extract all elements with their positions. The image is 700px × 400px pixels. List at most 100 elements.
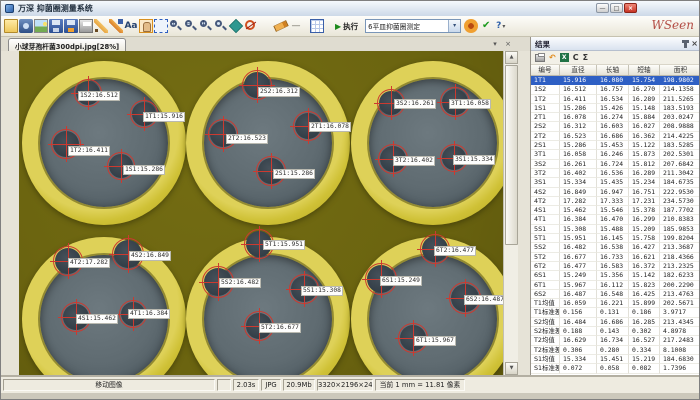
table-row[interactable]: 6T115.96716.11215.823200.2290: [531, 281, 700, 290]
column-header-1[interactable]: 编号: [531, 65, 560, 75]
pen-edit-icon[interactable]: [109, 19, 123, 33]
table-row[interactable]: 1T216.41116.53416.289211.5265: [531, 95, 700, 104]
tab-list-button[interactable]: ▾: [490, 40, 500, 48]
column-header-4[interactable]: 短轴: [629, 65, 660, 75]
cell-value: 213.3687: [660, 243, 700, 252]
clear-results-button[interactable]: C: [573, 52, 579, 63]
column-header-3[interactable]: 长轴: [597, 65, 629, 75]
table-row[interactable]: 5T115.95116.14515.758199.8204: [531, 234, 700, 243]
cell-value: 16.402: [560, 169, 597, 178]
confirm-check-icon[interactable]: ✔: [479, 19, 493, 33]
cell-id: 5S2: [531, 243, 560, 252]
table-row[interactable]: 2T216.52316.68616.362214.4225: [531, 132, 700, 141]
print-icon[interactable]: [79, 19, 93, 33]
save-as-icon[interactable]: [64, 19, 78, 33]
table-row[interactable]: T2均值16.62916.73416.527217.2483: [531, 336, 700, 345]
table-row[interactable]: S2均值16.48416.68616.285213.4345: [531, 318, 700, 327]
scroll-thumb[interactable]: [505, 65, 518, 245]
table-row[interactable]: 3T216.40216.53616.289211.3042: [531, 169, 700, 178]
table-row[interactable]: 5T216.67716.73316.621218.4366: [531, 253, 700, 262]
table-row[interactable]: S1标准差0.0720.0580.0821.7396: [531, 364, 700, 373]
main-toolbar: Aa + − 1 — ▶ 执行 6平皿抑菌圈测定 ▾ ✔ ? ▾: [1, 16, 700, 37]
table-row[interactable]: 4T116.38416.47016.299210.8383: [531, 215, 700, 224]
table-row[interactable]: 1S216.51216.75716.270214.1358: [531, 85, 700, 94]
report-print-icon[interactable]: [535, 54, 545, 62]
rect-select-icon[interactable]: [154, 19, 168, 33]
cell-id: 4T2: [531, 197, 560, 206]
chevron-down-icon[interactable]: ▾: [448, 20, 460, 32]
text-annotate-icon[interactable]: Aa: [124, 19, 138, 33]
cell-value: 16.289: [629, 169, 660, 178]
cell-value: 16.487: [560, 290, 597, 299]
execute-button[interactable]: ▶ 执行: [331, 20, 362, 33]
table-row[interactable]: 5S216.48216.53816.427213.3687: [531, 243, 700, 252]
cell-value: 0.058: [597, 364, 629, 373]
statistics-sum-button[interactable]: Σ: [583, 52, 588, 63]
zone-label-3T1: 3T1:16.058: [449, 99, 491, 109]
table-row[interactable]: 1T115.91616.08015.754198.9802: [531, 76, 700, 85]
table-row[interactable]: T1标准差0.1560.1310.1863.9717: [531, 308, 700, 317]
calibrate-ruler-icon[interactable]: [273, 20, 288, 32]
zone-label-6T1: 6T1:15.967: [414, 336, 456, 346]
cell-value: 15.823: [629, 281, 660, 290]
close-button[interactable]: ×: [624, 3, 637, 13]
undo-icon[interactable]: ↶: [549, 52, 556, 63]
table-row[interactable]: 4T217.28217.33317.231234.5730: [531, 197, 700, 206]
panel-close-button[interactable]: ×: [691, 39, 698, 48]
table-row[interactable]: 5S115.30815.48815.209185.9853: [531, 225, 700, 234]
zoom-actual-icon[interactable]: 1: [199, 19, 213, 33]
tab-close-button[interactable]: ×: [503, 40, 513, 48]
grid-settings-icon[interactable]: [310, 19, 324, 33]
vertical-scrollbar[interactable]: ▲ ▼: [503, 51, 518, 375]
table-row[interactable]: S2标准差0.1880.1430.3024.8978: [531, 327, 700, 336]
table-row[interactable]: 2T116.07816.27415.884203.0247: [531, 113, 700, 122]
column-header-5[interactable]: 面积: [660, 65, 700, 75]
table-row[interactable]: 4S115.46215.54615.378187.7702: [531, 206, 700, 215]
minus-tool-icon[interactable]: —: [289, 19, 303, 33]
scroll-down-icon[interactable]: ▼: [505, 362, 518, 375]
minimize-button[interactable]: —: [596, 3, 609, 13]
panel-splitter[interactable]: [518, 51, 530, 375]
table-row[interactable]: 3S115.33415.43515.234184.6735: [531, 178, 700, 187]
table-row[interactable]: T2标准差0.3060.2800.3348.1008: [531, 346, 700, 355]
pin-icon[interactable]: [684, 40, 687, 48]
table-row[interactable]: 2S115.28615.45315.122183.5285: [531, 141, 700, 150]
camera-capture-icon[interactable]: [19, 19, 33, 33]
table-row[interactable]: 2S216.31216.60316.027208.9888: [531, 122, 700, 131]
zoom-out-icon[interactable]: −: [184, 19, 198, 33]
table-row[interactable]: 6S216.48716.54816.425213.4763: [531, 290, 700, 299]
award-icon[interactable]: [464, 19, 478, 33]
cell-value: 16.733: [597, 253, 629, 262]
results-panel: 结果 × ↶ X C Σ 编号直径长轴短轴面积 1T115.91616.0801…: [530, 37, 700, 375]
column-header-2[interactable]: 直径: [560, 65, 597, 75]
zoom-in-icon[interactable]: +: [169, 19, 183, 33]
measure-circle-icon[interactable]: [244, 19, 258, 33]
pan-hand-icon[interactable]: [139, 19, 153, 33]
table-row[interactable]: 6S115.24915.35615.142182.6233: [531, 271, 700, 280]
cell-value: 187.7702: [660, 206, 700, 215]
image-file-icon[interactable]: [34, 19, 48, 33]
excel-export-icon[interactable]: X: [560, 53, 569, 62]
table-row[interactable]: 3S216.26116.72415.812207.6842: [531, 160, 700, 169]
table-row[interactable]: 3T116.05816.24615.873202.5301: [531, 150, 700, 159]
maximize-button[interactable]: □: [610, 3, 623, 13]
help-button[interactable]: ? ▾: [494, 21, 507, 31]
tab-image-document[interactable]: 小球芽孢杆菌300dpi.jpg[28%]: [8, 38, 126, 51]
method-combobox[interactable]: 6平皿抑菌圈测定 ▾: [365, 19, 461, 33]
table-row[interactable]: S1均值15.33415.45115.219184.6830: [531, 355, 700, 364]
pencil-annotate-icon[interactable]: [94, 19, 108, 33]
zoom-fit-icon[interactable]: [214, 19, 228, 33]
table-row[interactable]: 4S216.84916.94716.751222.9530: [531, 188, 700, 197]
table-row[interactable]: T1均值16.05916.22115.899202.5671: [531, 299, 700, 308]
cell-value: 17.333: [597, 197, 629, 206]
open-image-icon[interactable]: [4, 19, 18, 33]
window-bottom-edge: [1, 393, 700, 400]
table-row[interactable]: 1S115.28615.42615.148183.5193: [531, 104, 700, 113]
measure-angle-icon[interactable]: [229, 19, 243, 33]
wseen-logo: WSeen: [652, 18, 695, 32]
save-icon[interactable]: [49, 19, 63, 33]
image-viewport[interactable]: 1S2:16.5121T1:15.9161T2:16.4111S1:15.286…: [19, 51, 503, 375]
table-row[interactable]: 6T216.47716.58316.372213.2325: [531, 262, 700, 271]
scroll-up-icon[interactable]: ▲: [505, 51, 518, 64]
cell-value: 15.754: [629, 76, 660, 85]
